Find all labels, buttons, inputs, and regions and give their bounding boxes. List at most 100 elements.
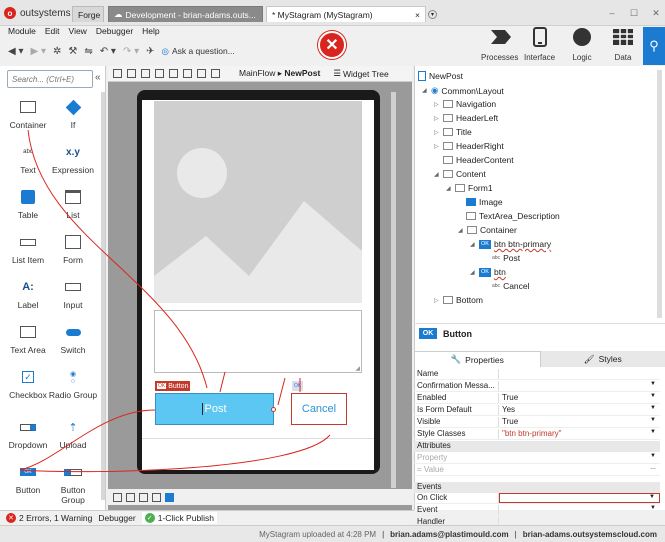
close-tab-icon[interactable]: × <box>415 10 420 20</box>
tab-properties[interactable]: 🔧 Properties <box>414 351 541 367</box>
tab-dropdown-icon[interactable]: ▾ <box>428 10 437 19</box>
tab-styles[interactable]: 🖌 Styles <box>540 351 665 367</box>
expand-icon[interactable]: ◢ <box>470 269 476 276</box>
device-desktop-icon[interactable] <box>141 69 150 78</box>
preview-icon[interactable] <box>169 69 178 78</box>
breadcrumb-flow[interactable]: MainFlow <box>239 68 275 78</box>
publish-icon[interactable]: ✈ <box>146 46 154 57</box>
tree-textarea-description[interactable]: TextArea_Description <box>466 211 560 221</box>
widget-list[interactable]: List <box>48 187 98 220</box>
post-button[interactable]: Post <box>155 393 274 425</box>
zoom-icon[interactable] <box>155 69 164 78</box>
widget-button-group[interactable]: Button Group <box>48 462 98 505</box>
widget-tree-toggle[interactable]: ☰ Widget Tree <box>333 68 388 79</box>
tree-navigation[interactable]: ▷ Navigation <box>434 99 496 109</box>
tree-scrollbar[interactable] <box>657 70 662 318</box>
layout-icon[interactable] <box>126 492 135 502</box>
on-click-value[interactable]: ▼ <box>499 493 660 503</box>
debugger-tab[interactable]: Debugger <box>98 513 135 523</box>
forward-icon[interactable]: ▶ ▾ <box>31 46 47 57</box>
dropdown-arrow-icon[interactable]: ▼ <box>650 453 656 459</box>
widget-radio-group[interactable]: ◉ ○ Radio Group <box>48 367 98 401</box>
collapse-panel-icon[interactable]: « <box>95 72 101 83</box>
tree-content[interactable]: ◢ Content <box>434 169 486 179</box>
tool-data[interactable]: Data <box>612 27 634 62</box>
widget-if[interactable]: If <box>48 97 98 130</box>
expand-icon[interactable]: ◢ <box>446 185 452 192</box>
align-right-icon[interactable] <box>211 69 220 78</box>
tab-development[interactable]: ☁ Development - brian-adams.outs... <box>108 6 263 22</box>
publish-tab[interactable]: ✓ 1-Click Publish <box>141 512 217 524</box>
tree-headerleft[interactable]: ▷ HeaderLeft <box>434 113 498 123</box>
device-tablet-icon[interactable] <box>127 69 136 78</box>
widget-list-item[interactable]: List Item <box>3 232 53 265</box>
attribute-value-placeholder[interactable]: = Value <box>414 465 499 475</box>
collapse-icon[interactable]: ▷ <box>434 297 440 304</box>
dropdown-arrow-icon[interactable]: ▼ <box>650 393 656 399</box>
event-event-row[interactable]: Event ▼ <box>414 505 660 516</box>
selected-button-tag[interactable]: OK Button <box>155 381 191 391</box>
tree-container[interactable]: ◢ Container <box>458 225 517 235</box>
widget-text-area[interactable]: Text Area <box>3 322 53 355</box>
maximize-icon[interactable]: ☐ <box>624 6 644 20</box>
settings-small-icon[interactable] <box>113 492 122 502</box>
close-window-icon[interactable]: ✕ <box>646 6 665 20</box>
tool-interface[interactable]: Interface <box>524 27 555 62</box>
widget-search-input[interactable] <box>7 70 93 88</box>
widget-expression[interactable]: x.y Expression <box>48 142 98 176</box>
prop-row-is-form-default[interactable]: Is Form Default Yes ▼ <box>414 405 660 416</box>
widget-text[interactable]: abc Text <box>3 142 53 175</box>
search-icon[interactable]: ⚲ <box>643 27 665 65</box>
menu-help[interactable]: Help <box>142 26 159 38</box>
prop-value[interactable]: ▼ <box>499 381 660 391</box>
prop-row-confirmation[interactable]: Confirmation Messa... ▼ <box>414 381 660 392</box>
widget-label[interactable]: A: Label <box>3 277 53 310</box>
errors-status[interactable]: ✕ 2 Errors, 1 Warning <box>6 513 92 523</box>
attribute-value-row[interactable]: = Value… <box>414 465 660 476</box>
server-name[interactable]: brian-adams.outsystemscloud.com <box>523 530 657 539</box>
breadcrumb-page[interactable]: NewPost <box>284 68 320 78</box>
prop-row-style-classes[interactable]: Style Classes "btn btn-primary" ▼ <box>414 429 660 440</box>
align-left-icon[interactable] <box>197 69 206 78</box>
collapse-icon[interactable]: ▷ <box>434 129 440 136</box>
dropdown-arrow-icon[interactable]: ▼ <box>650 417 656 423</box>
widget-table[interactable]: Table <box>3 187 53 220</box>
widget-switch[interactable]: Switch <box>48 322 98 355</box>
collapse-icon[interactable]: ▷ <box>434 115 440 122</box>
tree-cancel-text[interactable]: abc Cancel <box>492 281 530 291</box>
dropdown-arrow-icon[interactable]: ▼ <box>649 494 655 500</box>
device-phone-icon[interactable] <box>113 69 122 78</box>
widget-upload[interactable]: ⇡ Upload <box>48 417 98 451</box>
tree-headerright[interactable]: ▷ HeaderRight <box>434 141 504 151</box>
dropdown-arrow-icon[interactable]: ▼ <box>650 505 656 511</box>
tree-image[interactable]: Image <box>466 197 503 207</box>
attribute-property-row[interactable]: Property ▼ <box>414 453 660 464</box>
expand-icon[interactable]: ◢ <box>434 171 440 178</box>
tree-form1[interactable]: ◢ Form1 <box>446 183 493 193</box>
attribute-property-placeholder[interactable]: Property <box>414 453 499 463</box>
cancel-button-tag-icon[interactable]: OK <box>292 381 304 391</box>
tab-mystagram[interactable]: * MyStagram (MyStagram) × <box>266 6 426 22</box>
settings-icon[interactable]: ✲ <box>53 46 61 57</box>
user-email[interactable]: brian.adams@plastimould.com <box>390 530 509 539</box>
back-icon[interactable]: ◀ ▾ <box>8 46 24 57</box>
collapse-icon[interactable]: ▷ <box>434 101 440 108</box>
tree-newpost[interactable]: NewPost <box>418 71 463 81</box>
widget-checkbox[interactable]: ✓ Checkbox <box>3 367 53 400</box>
tools-icon[interactable]: ⚒ <box>68 46 77 57</box>
tree-btn[interactable]: ◢ OK btn <box>470 267 506 277</box>
widget-form[interactable]: Form <box>48 232 98 265</box>
block-icon[interactable] <box>152 492 161 502</box>
expand-icon[interactable]: ◢ <box>470 241 476 248</box>
widget-dropdown[interactable]: Dropdown <box>3 417 53 450</box>
toolbox-scrollbar[interactable] <box>101 92 105 500</box>
tool-processes[interactable]: Processes <box>481 27 518 62</box>
menu-edit[interactable]: Edit <box>45 26 60 38</box>
tree-headercontent[interactable]: HeaderContent <box>443 155 514 165</box>
menu-debugger[interactable]: Debugger <box>96 26 133 38</box>
prop-row-name[interactable]: Name <box>414 369 660 380</box>
prop-value[interactable]: "btn btn-primary" ▼ <box>499 429 660 439</box>
canvas-scrollbar[interactable] <box>391 92 396 488</box>
minimize-icon[interactable]: – <box>602 6 622 20</box>
prop-row-visible[interactable]: Visible True ▼ <box>414 417 660 428</box>
